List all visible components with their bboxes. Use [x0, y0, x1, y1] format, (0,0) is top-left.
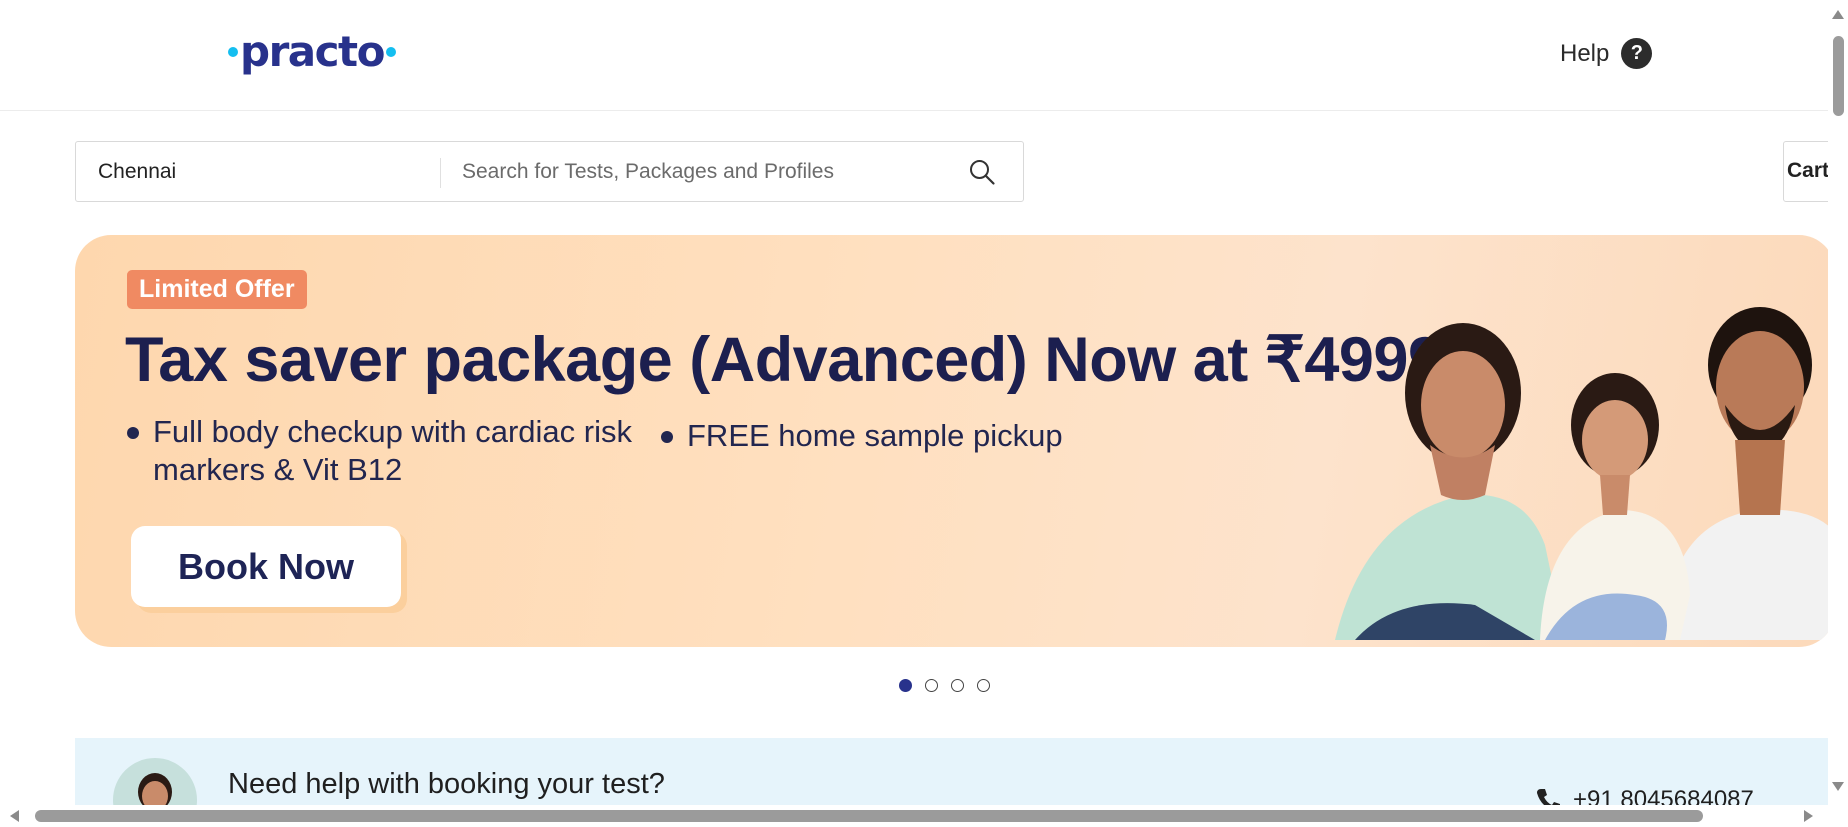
logo-dot-left	[228, 47, 238, 57]
carousel-dots	[899, 679, 990, 692]
search-icon[interactable]	[968, 158, 996, 186]
carousel-dot-3[interactable]	[951, 679, 964, 692]
phone-icon	[1537, 789, 1560, 805]
banner-bullet-checkup: Full body checkup with cardiac risk mark…	[127, 414, 632, 487]
help-link[interactable]: Help ?	[1560, 38, 1653, 69]
offer-banner[interactable]: Limited Offer Tax saver package (Advance…	[75, 235, 1828, 647]
city-selector[interactable]: Chennai	[98, 142, 428, 201]
logo-text: practo	[240, 27, 385, 76]
phone-number: +91 8045684087	[1573, 786, 1754, 805]
banner-bullet-pickup: FREE home sample pickup	[661, 418, 1063, 453]
agent-avatar	[113, 758, 197, 805]
practo-logo[interactable]: practo	[228, 26, 396, 78]
agent-illustration	[138, 773, 172, 805]
family-photo	[1335, 307, 1828, 640]
carousel-dot-2[interactable]	[925, 679, 938, 692]
scroll-down-arrow-icon[interactable]	[1832, 782, 1844, 791]
limited-offer-badge: Limited Offer	[127, 270, 307, 309]
book-now-button[interactable]: Book Now	[131, 526, 401, 607]
horizontal-scrollbar[interactable]	[0, 805, 1848, 827]
search-bar: Chennai	[75, 141, 1024, 202]
scroll-left-arrow-icon[interactable]	[10, 810, 19, 822]
help-label: Help	[1560, 39, 1610, 67]
cart-button[interactable]: Cart	[1783, 141, 1828, 202]
search-input[interactable]	[460, 152, 914, 192]
phone-link[interactable]: +91 8045684087	[1535, 786, 1754, 805]
site-header: practo Help ?	[0, 0, 1828, 111]
carousel-dot-1[interactable]	[899, 679, 912, 692]
logo-dot-right	[385, 47, 396, 57]
vertical-scrollbar[interactable]	[1828, 0, 1848, 805]
help-icon: ?	[1621, 38, 1653, 69]
scroll-up-arrow-icon[interactable]	[1832, 10, 1844, 19]
horizontal-scroll-thumb[interactable]	[35, 810, 1703, 822]
need-help-title: Need help with booking your test?	[228, 768, 665, 800]
page-viewport: practo Help ? Chennai Cart Limited Offer…	[0, 0, 1828, 805]
carousel-dot-4[interactable]	[977, 679, 990, 692]
vertical-scroll-thumb[interactable]	[1833, 36, 1844, 116]
search-divider	[440, 158, 441, 188]
banner-headline: Tax saver package (Advanced) Now at ₹499…	[125, 325, 1443, 395]
booking-help-strip: Need help with booking your test? +91 80…	[75, 738, 1828, 805]
scroll-right-arrow-icon[interactable]	[1804, 810, 1813, 822]
